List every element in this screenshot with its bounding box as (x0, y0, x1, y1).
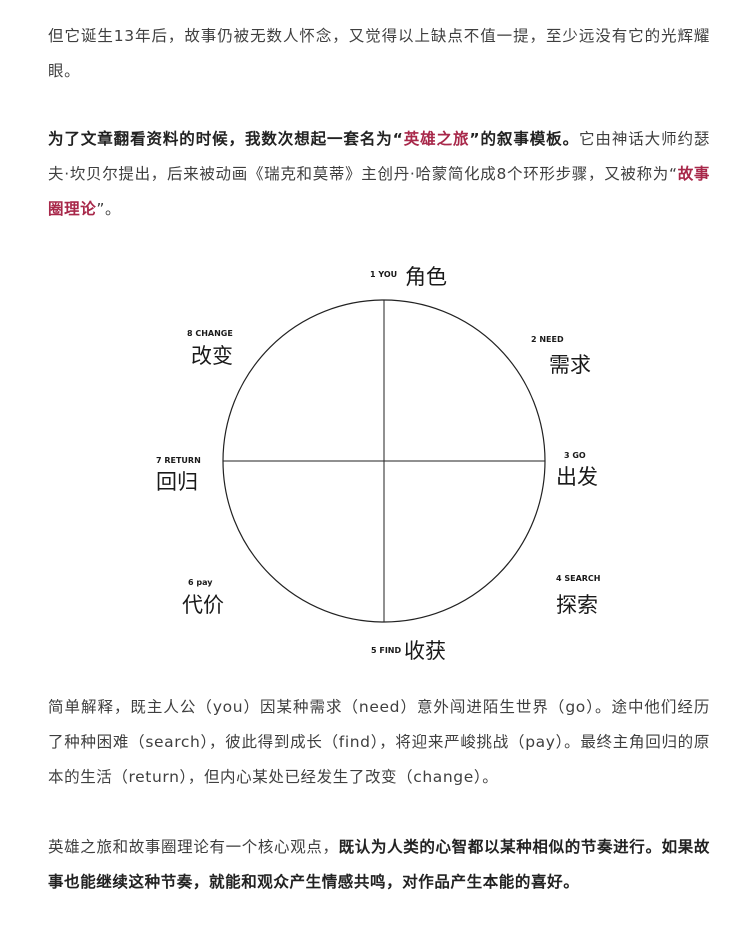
step-6-code: 6 pay (188, 578, 213, 587)
paragraph-intro-text: 但它诞生13年后，故事仍被无数人怀念，又觉得以上缺点不值一提，至少远没有它的光辉… (48, 27, 710, 80)
paragraph-core-view-text: 英雄之旅和故事圈理论有一个核心观点， (48, 838, 339, 856)
paragraph-hero-journey: 为了文章翻看资料的时候，我数次想起一套名为“英雄之旅”的叙事模板。它由神话大师约… (48, 122, 710, 227)
highlight-hero-journey: 英雄之旅 (403, 130, 470, 148)
step-7-code: 7 RETURN (156, 456, 201, 465)
paragraph-explanation: 简单解释，既主人公（you）因某种需求（need）意外闯进陌生世界（go）。途中… (48, 690, 710, 795)
story-circle-diagram: 1 YOU 角色 2 NEED 需求 3 GO 出发 4 SEARCH 探索 5… (156, 265, 601, 663)
paragraph-hero-journey-end: ”。 (96, 200, 122, 218)
paragraph-hero-journey-bold-intro: 为了文章翻看资料的时候，我数次想起一套名为“ (48, 130, 404, 148)
paragraph-hero-journey-bold-mid: ”的叙事模板。 (469, 130, 579, 148)
paragraph-intro: 但它诞生13年后，故事仍被无数人怀念，又觉得以上缺点不值一提，至少远没有它的光辉… (48, 19, 710, 89)
paragraph-core-view: 英雄之旅和故事圈理论有一个核心观点，既认为人类的心智都以某种相似的节奏进行。如果… (48, 830, 710, 900)
step-3-label: 出发 (556, 465, 598, 489)
step-5-code: 5 FIND (371, 646, 401, 655)
paragraph-explanation-text: 简单解释，既主人公（you）因某种需求（need）意外闯进陌生世界（go）。途中… (48, 698, 710, 786)
step-5-label: 收获 (404, 639, 446, 663)
step-4-code: 4 SEARCH (556, 574, 601, 583)
step-8-code: 8 CHANGE (187, 329, 233, 338)
step-8-label: 改变 (191, 344, 233, 368)
step-6-label: 代价 (182, 593, 224, 617)
step-4-label: 探索 (556, 593, 598, 617)
step-2-code: 2 NEED (531, 335, 564, 344)
step-3-code: 3 GO (564, 451, 586, 460)
step-7-label: 回归 (156, 470, 198, 494)
step-2-label: 需求 (549, 353, 591, 377)
step-1-label: 角色 (405, 265, 447, 289)
step-1-code: 1 YOU (370, 270, 397, 279)
